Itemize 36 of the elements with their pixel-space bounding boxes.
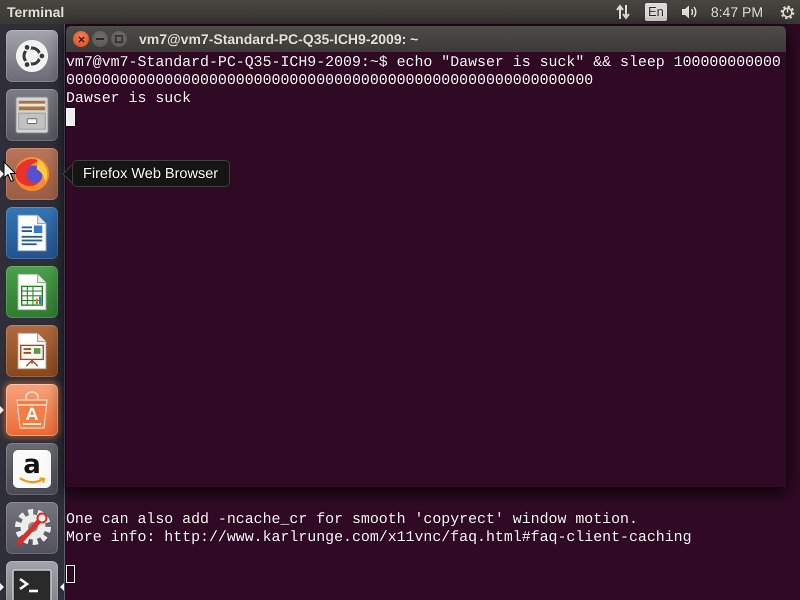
launcher-button[interactable] <box>6 207 58 259</box>
file-cabinet-icon <box>15 96 49 134</box>
terminal-line: 00000000000000000000000000000000000000000000000000000000000 <box>66 72 594 90</box>
spreadsheet-icon <box>17 273 47 311</box>
browser-globe-icon <box>13 155 51 193</box>
launcher-button[interactable] <box>6 30 58 82</box>
launcher-button[interactable] <box>6 502 58 554</box>
launcher-button[interactable]: a <box>6 443 58 495</box>
terminal-line: One can also add -ncache_cr for smooth 'copyrect' window motion. <box>66 511 639 529</box>
ring-logo-icon <box>15 39 49 73</box>
text-document-icon <box>17 214 47 252</box>
network-arrows-icon[interactable] <box>616 4 630 20</box>
clock[interactable]: 8:47 PM <box>710 4 763 20</box>
shopping-logo-icon: a <box>13 450 51 488</box>
gear-wrench-icon <box>12 508 52 548</box>
close-button[interactable] <box>73 31 89 47</box>
volume-icon[interactable] <box>680 4 699 20</box>
terminal-line: vm7@vm7-Standard-PC-Q35-ICH9-2009:~$ echo "Dawser is suck" && sleep 100000000000 <box>66 54 782 72</box>
launcher-button[interactable] <box>6 148 58 200</box>
terminal-line: More info: http://www.karlrunge.com/x11vnc/faq.html#faq-client-caching <box>66 529 693 547</box>
minus-icon <box>96 38 104 40</box>
keyboard-layout-indicator[interactable]: En <box>644 3 667 21</box>
launcher-button[interactable] <box>6 325 58 377</box>
terminal-line: Dawser is suck <box>66 90 192 108</box>
launcher-button[interactable] <box>6 561 58 600</box>
mouse-pointer-icon <box>3 161 17 183</box>
minimize-button[interactable] <box>92 31 108 47</box>
close-icon <box>78 36 84 42</box>
launcher-button[interactable] <box>6 89 58 141</box>
window-title: vm7@vm7-Standard-PC-Q35-ICH9-2009: ~ <box>139 31 418 47</box>
square-icon <box>115 35 123 43</box>
presentation-icon <box>17 332 47 370</box>
app-title: Terminal <box>7 4 64 20</box>
terminal-icon <box>12 567 52 600</box>
gear-icon[interactable] <box>780 4 795 20</box>
maximize-button[interactable] <box>111 31 127 47</box>
